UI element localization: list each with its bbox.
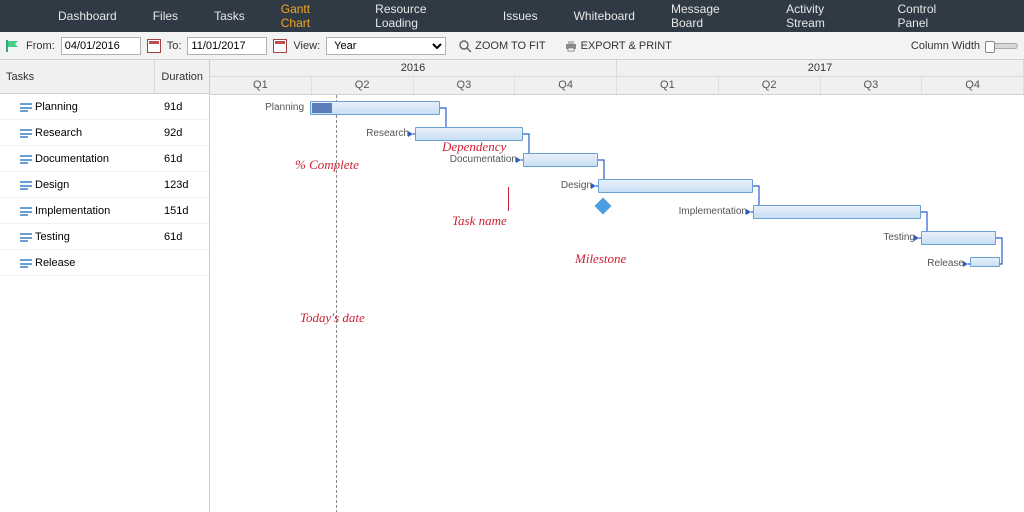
task-icon <box>20 154 32 164</box>
export-print-button[interactable]: EXPORT & PRINT <box>558 37 678 55</box>
task-name-cell: Documentation <box>35 153 109 165</box>
column-width-slider[interactable] <box>986 43 1018 49</box>
task-name-cell: Implementation <box>35 205 110 217</box>
toolbar: From: To: View: Year ZOOM TO FIT EXPORT … <box>0 32 1024 60</box>
task-name-cell: Release <box>35 257 75 269</box>
task-icon <box>20 206 32 216</box>
task-row[interactable]: Documentation 61d <box>0 146 209 172</box>
task-row[interactable]: Research 92d <box>0 120 209 146</box>
quarter-header: Q3 <box>414 77 516 94</box>
to-label: To: <box>167 40 182 52</box>
task-icon <box>20 180 32 190</box>
task-duration-cell: 123d <box>160 179 209 191</box>
gantt-bar[interactable] <box>970 257 1000 267</box>
task-duration-cell: 91d <box>160 101 209 113</box>
task-duration-cell: 151d <box>160 205 209 217</box>
task-duration-cell: 61d <box>160 231 209 243</box>
quarter-header: Q3 <box>821 77 923 94</box>
year-header: 2016 <box>210 60 617 76</box>
quarter-header: Q2 <box>312 77 414 94</box>
task-icon <box>20 128 32 138</box>
tasks-column-header[interactable]: Tasks <box>0 60 155 93</box>
top-nav: DashboardFilesTasksGantt ChartResource L… <box>0 0 1024 32</box>
year-header: 2017 <box>617 60 1024 76</box>
task-name-cell: Research <box>35 127 82 139</box>
nav-item-whiteboard[interactable]: Whiteboard <box>556 0 653 32</box>
nav-item-tasks[interactable]: Tasks <box>196 0 263 32</box>
nav-item-message-board[interactable]: Message Board <box>653 0 768 32</box>
view-select[interactable]: Year <box>326 37 446 55</box>
quarter-header: Q4 <box>922 77 1024 94</box>
task-row[interactable]: Design 123d <box>0 172 209 198</box>
task-list-panel: Tasks Duration Planning 91d Research 92d Doc… <box>0 60 210 512</box>
zoom-to-fit-button[interactable]: ZOOM TO FIT <box>452 37 551 55</box>
task-name-cell: Planning <box>35 101 78 113</box>
task-duration-cell: 61d <box>160 153 209 165</box>
calendar-icon[interactable] <box>147 39 161 53</box>
task-duration-cell: 92d <box>160 127 209 139</box>
task-icon <box>20 258 32 268</box>
task-row[interactable]: Implementation 151d <box>0 198 209 224</box>
view-label: View: <box>293 40 320 52</box>
nav-item-dashboard[interactable]: Dashboard <box>40 0 135 32</box>
task-icon <box>20 232 32 242</box>
nav-item-resource-loading[interactable]: Resource Loading <box>357 0 485 32</box>
nav-item-gantt-chart[interactable]: Gantt Chart <box>263 0 357 32</box>
task-row[interactable]: Release <box>0 250 209 276</box>
gantt-chart-body[interactable]: PlanningResearchDocumentationDesignImple… <box>210 95 1024 512</box>
column-width-label: Column Width <box>911 40 980 52</box>
export-label: EXPORT & PRINT <box>581 40 672 52</box>
nav-item-issues[interactable]: Issues <box>485 0 556 32</box>
nav-item-activity-stream[interactable]: Activity Stream <box>768 0 879 32</box>
to-date-input[interactable] <box>187 37 267 55</box>
quarter-header: Q4 <box>515 77 617 94</box>
task-row[interactable]: Planning 91d <box>0 94 209 120</box>
magnifier-icon <box>458 39 472 53</box>
zoom-label: ZOOM TO FIT <box>475 40 545 52</box>
flag-icon <box>6 40 20 52</box>
gantt-bar-label: Release <box>927 258 964 269</box>
task-name-cell: Design <box>35 179 69 191</box>
main-split: Tasks Duration Planning 91d Research 92d Doc… <box>0 60 1024 512</box>
timeline-header: 20162017 Q1Q2Q3Q4Q1Q2Q3Q4 <box>210 60 1024 95</box>
gantt-panel: 20162017 Q1Q2Q3Q4Q1Q2Q3Q4 PlanningResear… <box>210 60 1024 512</box>
duration-column-header[interactable]: Duration <box>155 60 209 93</box>
task-row[interactable]: Testing 61d <box>0 224 209 250</box>
nav-item-control-panel[interactable]: Control Panel <box>880 0 984 32</box>
quarter-header: Q1 <box>210 77 312 94</box>
dependency-arrow <box>210 95 1024 512</box>
from-label: From: <box>26 40 55 52</box>
quarter-header: Q1 <box>617 77 719 94</box>
task-icon <box>20 102 32 112</box>
task-list-header: Tasks Duration <box>0 60 209 94</box>
calendar-icon[interactable] <box>273 39 287 53</box>
printer-icon <box>564 39 578 53</box>
task-name-cell: Testing <box>35 231 70 243</box>
quarter-header: Q2 <box>719 77 821 94</box>
from-date-input[interactable] <box>61 37 141 55</box>
nav-item-files[interactable]: Files <box>135 0 196 32</box>
